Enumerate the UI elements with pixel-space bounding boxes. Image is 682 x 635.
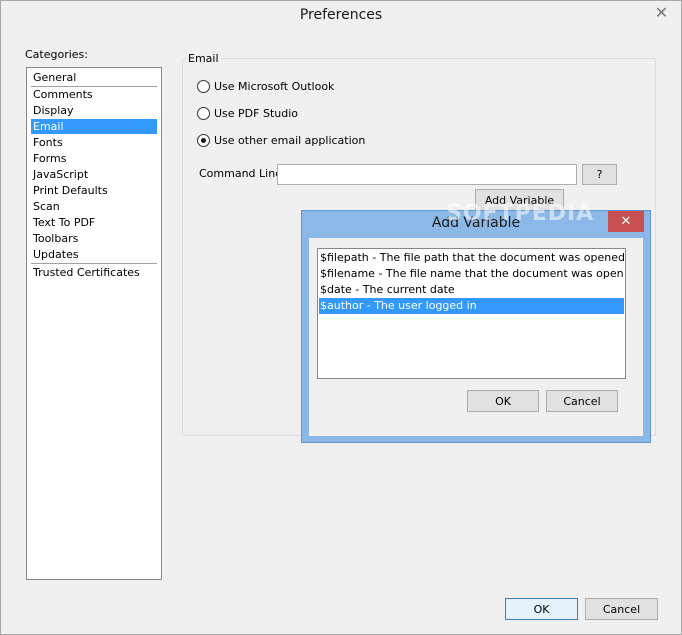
categories-label: Categories: [25,48,88,61]
variable-item-date[interactable]: $date - The current date [319,282,624,298]
radio-button-icon[interactable] [197,106,210,120]
category-general[interactable]: General [31,70,157,85]
category-print-defaults[interactable]: Print Defaults [31,183,157,198]
variable-item-filepath[interactable]: $filepath - The file path that the docum… [319,250,624,266]
category-scan[interactable]: Scan [31,199,157,214]
category-comments[interactable]: Comments [31,87,157,102]
variable-item-filename[interactable]: $filename - The file name that the docum… [319,266,624,282]
dialog-client-area: $filepath - The file path that the docum… [309,238,643,436]
preferences-window: Preferences ✕ Categories: General Commen… [0,0,682,635]
dialog-close-icon[interactable]: ✕ [608,211,644,232]
category-separator [31,263,157,264]
email-group-legend: Email [186,52,221,65]
cancel-button[interactable]: Cancel [585,598,658,620]
dialog-ok-button[interactable]: OK [467,390,539,412]
category-email[interactable]: Email [31,119,157,134]
variable-item-author[interactable]: $author - The user logged in [319,298,624,314]
category-javascript[interactable]: JavaScript [31,167,157,182]
title-bar[interactable]: Preferences ✕ [1,1,681,32]
command-line-label: Command Line: [199,167,286,180]
close-icon[interactable]: ✕ [642,1,681,23]
category-toolbars[interactable]: Toolbars [31,231,157,246]
category-text-to-pdf[interactable]: Text To PDF [31,215,157,230]
categories-list[interactable]: General Comments Display Email Fonts For… [26,67,162,580]
variable-list[interactable]: $filepath - The file path that the docum… [317,248,626,379]
radio-use-other-application[interactable]: Use other email application [197,132,365,148]
command-line-input[interactable] [277,164,577,185]
radio-label: Use Microsoft Outlook [214,79,335,93]
radio-use-pdf-studio[interactable]: Use PDF Studio [197,105,298,121]
category-updates[interactable]: Updates [31,247,157,262]
category-trusted-certificates[interactable]: Trusted Certificates [31,265,157,280]
radio-label: Use other email application [214,133,366,147]
add-variable-dialog: Add Variable ✕ $filepath - The file path… [301,210,651,443]
help-button[interactable]: ? [582,164,617,185]
ok-button[interactable]: OK [505,598,578,620]
window-title: Preferences [299,7,383,23]
dialog-cancel-button[interactable]: Cancel [546,390,618,412]
category-display[interactable]: Display [31,103,157,118]
radio-button-icon[interactable] [197,79,210,93]
radio-use-outlook[interactable]: Use Microsoft Outlook [197,78,334,94]
radio-label: Use PDF Studio [214,106,299,120]
softpedia-watermark: SOFTPEDIA [446,201,595,226]
category-forms[interactable]: Forms [31,151,157,166]
category-fonts[interactable]: Fonts [31,135,157,150]
radio-button-checked-icon[interactable] [197,133,210,147]
